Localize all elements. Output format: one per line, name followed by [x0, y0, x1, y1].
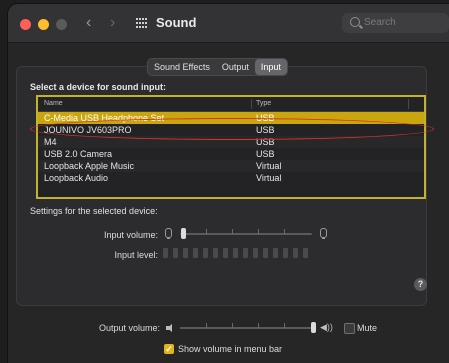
- tab-output[interactable]: Output: [216, 59, 255, 75]
- window-title: Sound: [156, 15, 197, 30]
- column-separator[interactable]: [408, 99, 409, 109]
- table-row[interactable]: M4 USB: [38, 136, 424, 148]
- tab-sound-effects[interactable]: Sound Effects: [148, 59, 216, 75]
- search-field[interactable]: Search: [342, 13, 449, 33]
- column-separator[interactable]: [251, 99, 252, 109]
- level-segment: [233, 248, 238, 258]
- device-type: USB: [256, 137, 275, 147]
- table-row[interactable]: C-Media USB Headphone Set USB: [38, 112, 424, 124]
- slider-tick: [284, 229, 285, 234]
- level-segment: [203, 248, 208, 258]
- slider-tick: [258, 229, 259, 234]
- output-volume-label: Output volume:: [98, 323, 160, 333]
- minimize-window-button[interactable]: [38, 19, 49, 30]
- tab-input[interactable]: Input: [254, 59, 287, 75]
- slider-tick: [206, 229, 207, 234]
- level-segment: [303, 248, 308, 258]
- mute-checkbox[interactable]: [344, 323, 355, 334]
- input-level-meter: [163, 248, 308, 258]
- segmented-tabs: Sound Effects Output Input: [147, 58, 288, 76]
- level-segment: [183, 248, 188, 258]
- table-row[interactable]: Loopback Apple Music Virtual: [38, 160, 424, 172]
- slider-tick: [232, 229, 233, 234]
- level-segment: [283, 248, 288, 258]
- output-volume-knob[interactable]: [311, 322, 316, 333]
- slider-tick: [232, 323, 233, 328]
- slider-tick: [206, 323, 207, 328]
- level-segment: [243, 248, 248, 258]
- table-row[interactable]: Loopback Audio Virtual: [38, 172, 424, 184]
- level-segment: [263, 248, 268, 258]
- microphone-high-icon: [320, 228, 327, 239]
- slider-tick: [284, 323, 285, 328]
- settings-label: Settings for the selected device:: [30, 206, 158, 216]
- table-row[interactable]: JOUNIVO JV603PRO USB: [38, 124, 424, 136]
- device-type: Virtual: [256, 173, 282, 183]
- device-type: USB: [256, 149, 275, 159]
- level-segment: [273, 248, 278, 258]
- device-name: USB 2.0 Camera: [44, 149, 113, 159]
- title-bar: ‹ › Sound Search: [8, 4, 449, 43]
- back-button[interactable]: ‹: [86, 13, 91, 33]
- show-volume-label: Show volume in menu bar: [178, 344, 283, 354]
- input-volume-knob[interactable]: [181, 228, 186, 239]
- level-segment: [193, 248, 198, 258]
- level-segment: [213, 248, 218, 258]
- slider-tick: [258, 323, 259, 328]
- search-icon: [350, 17, 360, 27]
- device-type: USB: [256, 125, 275, 135]
- level-segment: [223, 248, 228, 258]
- level-segment: [173, 248, 178, 258]
- column-header-type[interactable]: Type: [256, 100, 271, 107]
- output-volume-slider[interactable]: [180, 327, 312, 329]
- level-segment: [163, 248, 168, 258]
- device-name: C-Media USB Headphone Set: [44, 113, 165, 123]
- level-segment: [253, 248, 258, 258]
- level-segment: [293, 248, 298, 258]
- help-button[interactable]: ?: [414, 278, 427, 291]
- input-device-table: Name Type C-Media USB Headphone Set USB …: [36, 95, 426, 199]
- search-placeholder: Search: [364, 17, 396, 28]
- input-volume-slider[interactable]: [180, 233, 312, 235]
- zoom-window-button[interactable]: [56, 19, 67, 30]
- device-type: Virtual: [256, 161, 282, 171]
- microphone-low-icon: [165, 228, 172, 239]
- column-header-name[interactable]: Name: [44, 100, 63, 107]
- input-volume-label: Input volume:: [103, 230, 158, 240]
- device-name: M4: [44, 137, 57, 147]
- device-type: USB: [256, 113, 275, 123]
- speaker-high-icon: ◀)): [320, 322, 333, 332]
- show-volume-checkbox[interactable]: ✓: [164, 344, 174, 354]
- select-device-label: Select a device for sound input:: [30, 82, 167, 92]
- device-name: JOUNIVO JV603PRO: [44, 125, 132, 135]
- table-row[interactable]: USB 2.0 Camera USB: [38, 148, 424, 160]
- input-level-label: Input level:: [114, 250, 158, 260]
- show-all-grid-icon[interactable]: [136, 18, 148, 28]
- mute-label: Mute: [357, 323, 378, 333]
- device-name: Loopback Audio: [44, 173, 109, 183]
- speaker-low-icon: [166, 324, 172, 332]
- table-header: Name Type: [38, 97, 424, 112]
- close-window-button[interactable]: [20, 19, 31, 30]
- forward-button[interactable]: ›: [110, 13, 115, 33]
- device-name: Loopback Apple Music: [44, 161, 135, 171]
